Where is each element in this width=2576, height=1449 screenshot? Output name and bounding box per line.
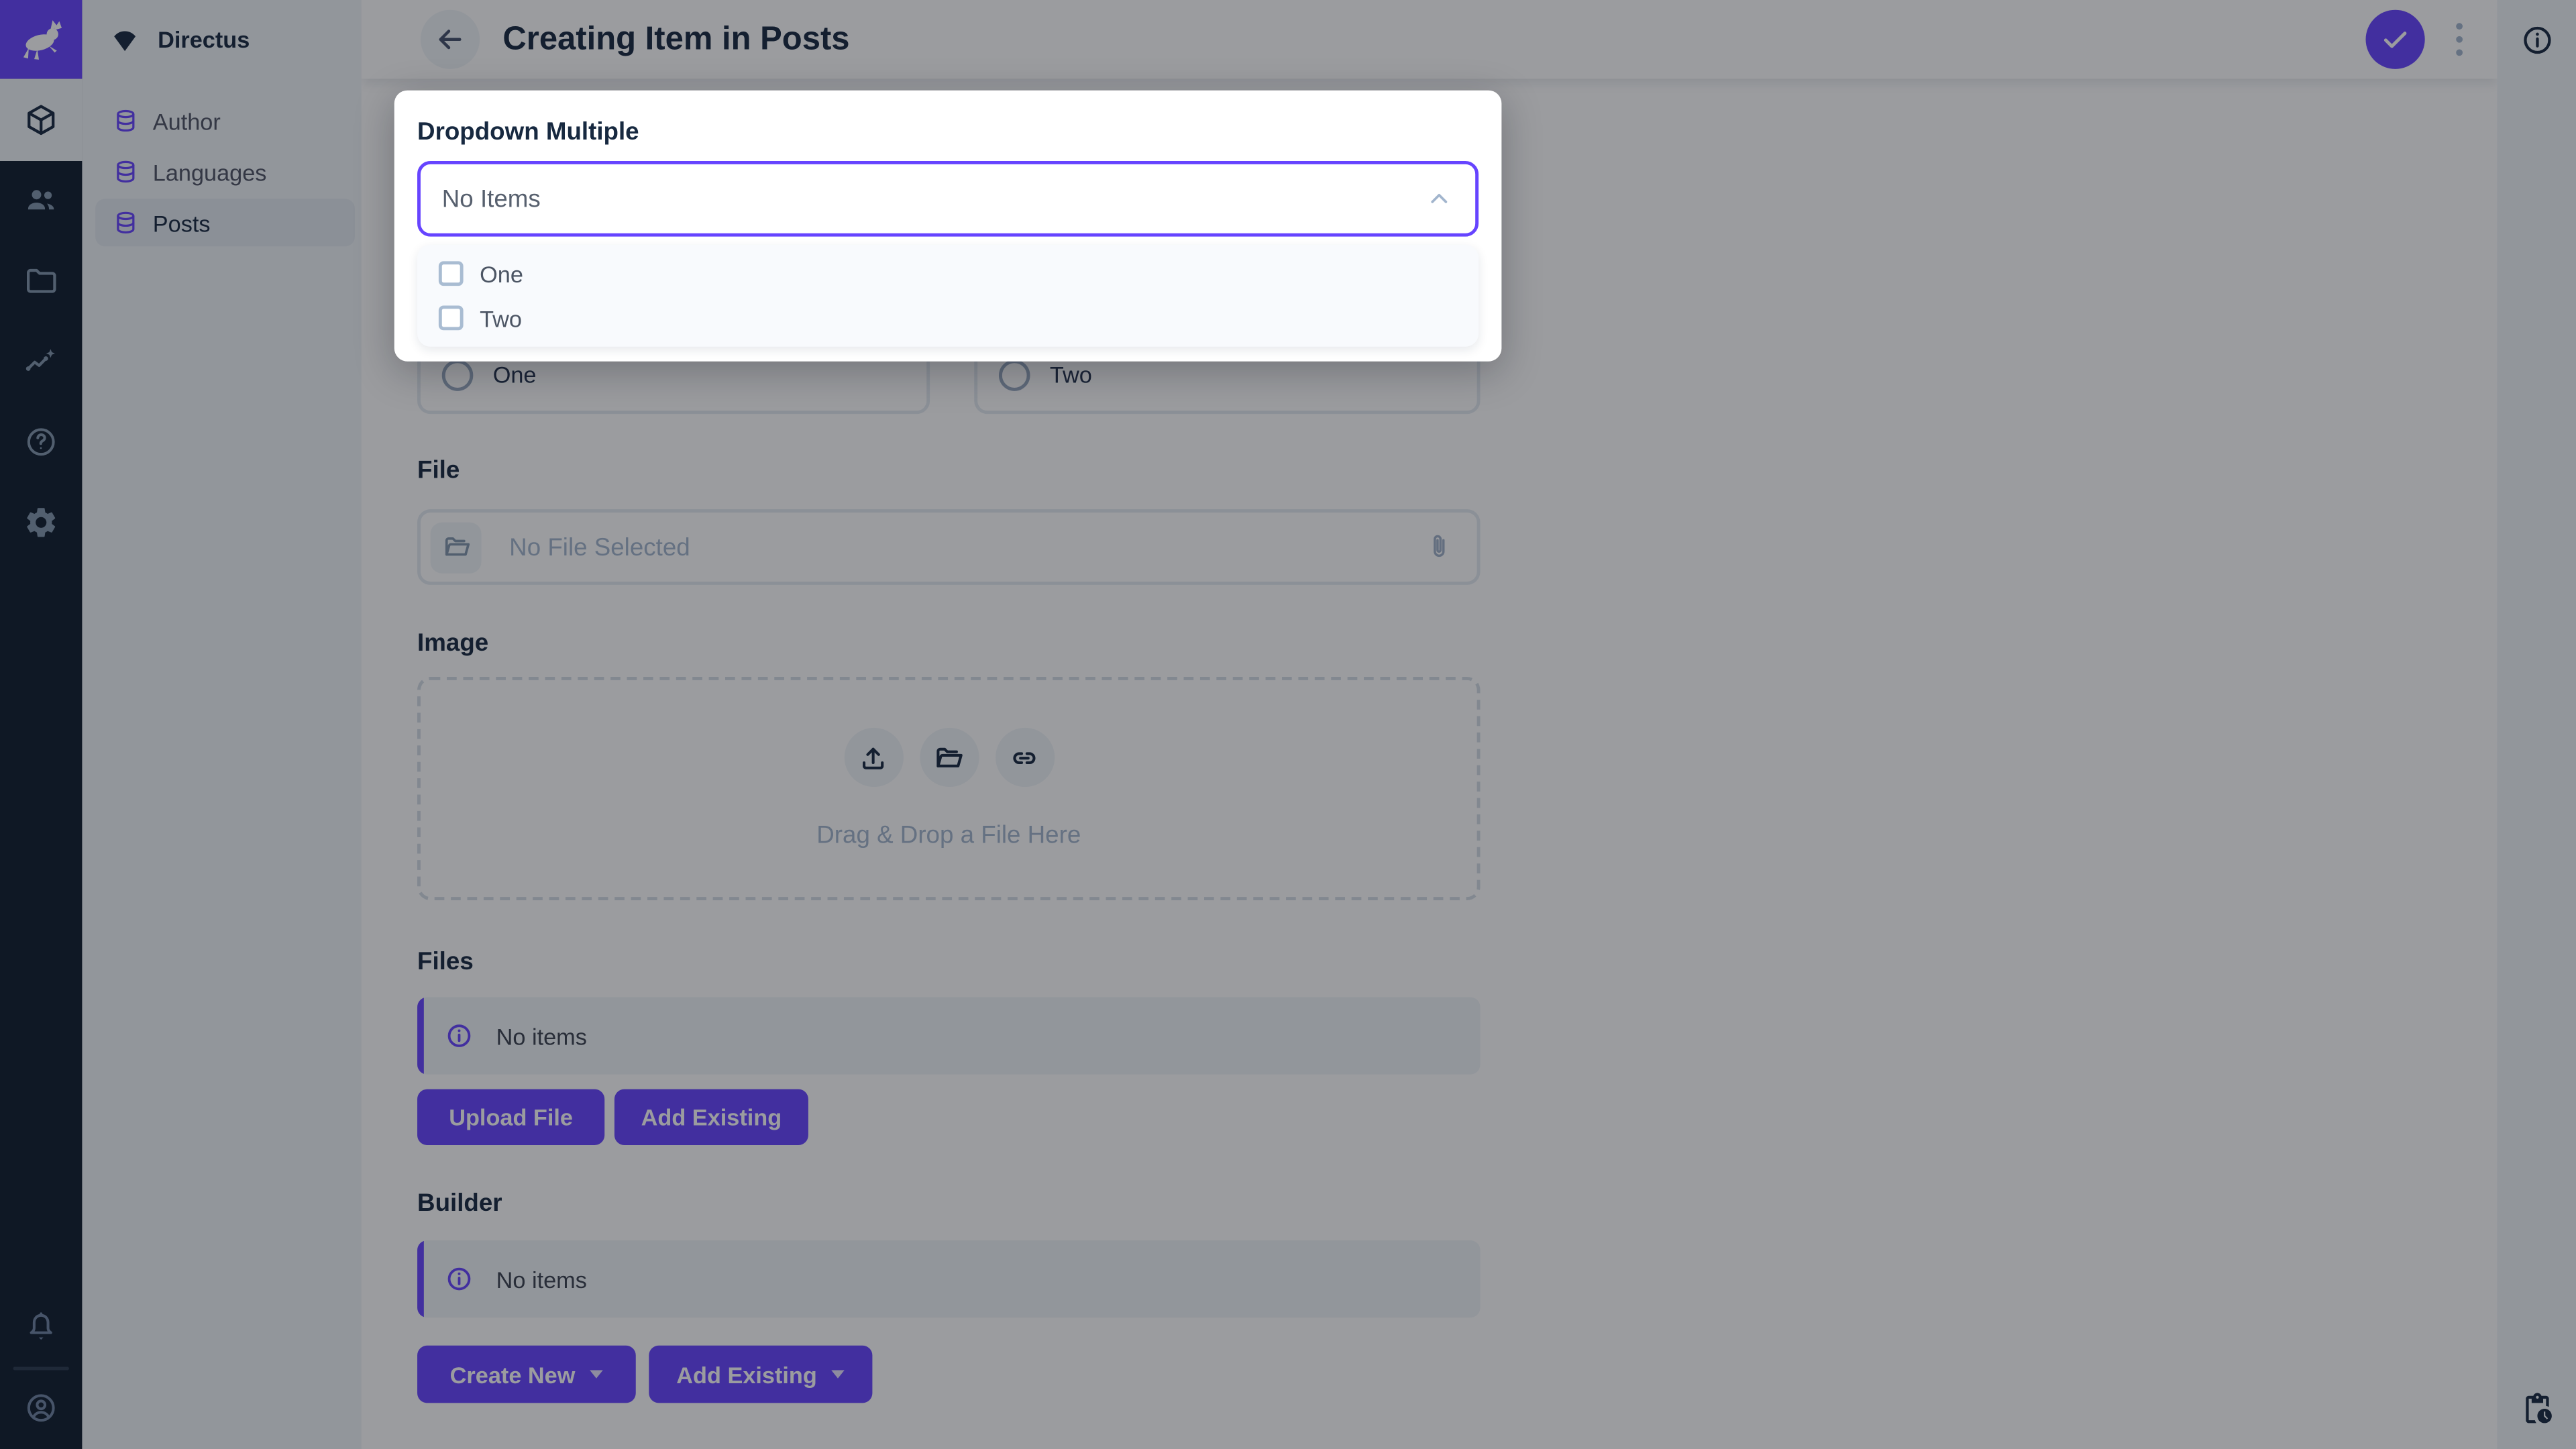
menu-option-two[interactable]: Two (417, 296, 1479, 340)
dropdown-menu: One Two (417, 244, 1479, 347)
dropdown-multiple-label: Dropdown Multiple (417, 118, 639, 146)
dropdown-multiple-select[interactable]: No Items (417, 161, 1479, 237)
checkbox-icon (438, 305, 464, 331)
checkbox-icon (438, 261, 464, 286)
chevron-up-icon (1424, 184, 1454, 213)
option-label: One (480, 260, 523, 287)
menu-option-one[interactable]: One (417, 252, 1479, 296)
option-label: Two (480, 305, 523, 331)
select-value: No Items (441, 184, 541, 213)
app-window: Directus Author Languages Posts Creating… (0, 0, 2576, 1449)
dropdown-multiple-popover: Dropdown Multiple No Items One Two (394, 90, 1502, 362)
